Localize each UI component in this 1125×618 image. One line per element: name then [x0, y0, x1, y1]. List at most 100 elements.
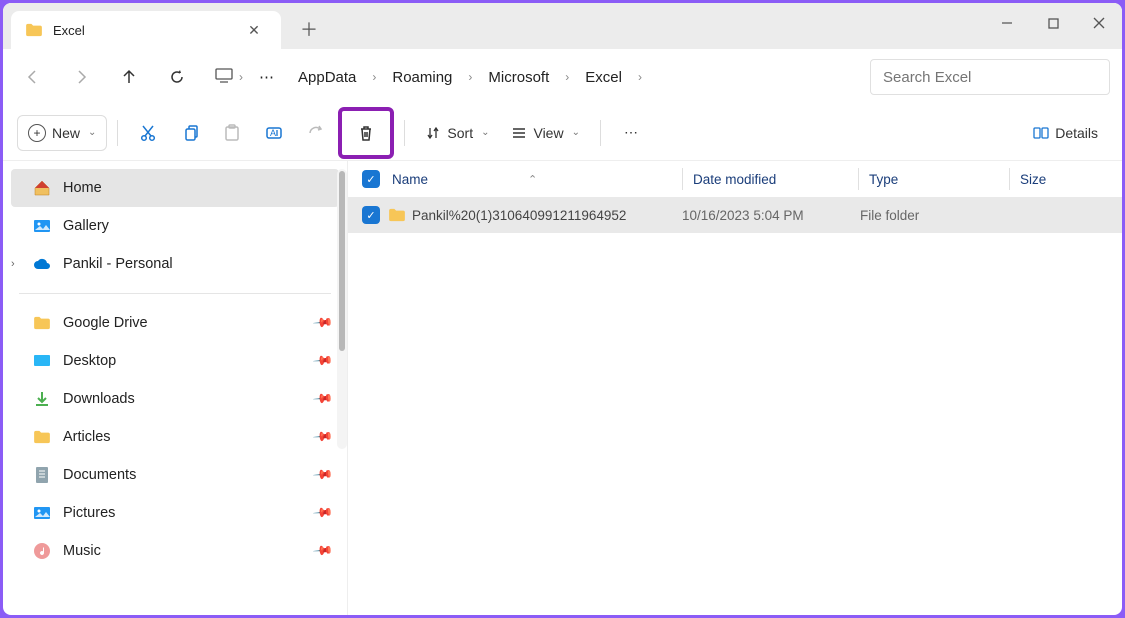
chevron-right-icon: ›	[636, 70, 644, 84]
pin-icon: 📌	[312, 350, 335, 373]
pin-icon: 📌	[312, 426, 335, 449]
sidebar-item-label: Google Drive	[63, 315, 148, 331]
chevron-right-icon[interactable]: ›	[11, 258, 15, 270]
download-icon	[33, 390, 51, 408]
pin-icon: 📌	[312, 540, 335, 563]
sort-button[interactable]: Sort ⌄	[415, 115, 499, 151]
plus-icon: +	[28, 124, 46, 142]
pin-icon: 📌	[312, 502, 335, 525]
breadcrumb-item[interactable]: Microsoft	[478, 65, 559, 90]
sidebar-item-label: Music	[63, 543, 101, 559]
gallery-icon	[33, 504, 51, 522]
breadcrumb-item[interactable]: Excel	[575, 65, 632, 90]
row-checkbox[interactable]: ✓	[362, 206, 380, 224]
new-button[interactable]: + New ⌄	[17, 115, 107, 151]
column-headers: ✓ Name ⌃ Date modified Type Size	[348, 161, 1122, 197]
column-date[interactable]: Date modified	[683, 172, 858, 187]
file-date: 10/16/2023 5:04 PM	[682, 208, 860, 223]
close-tab-button[interactable]: ✕	[241, 17, 267, 43]
sidebar-item-home[interactable]: Home	[11, 169, 339, 207]
back-button[interactable]	[15, 59, 51, 95]
sidebar-item-documents[interactable]: Documents 📌	[3, 456, 347, 494]
sidebar-item-label: Pankil - Personal	[63, 256, 173, 272]
breadcrumb-item[interactable]: AppData	[288, 65, 366, 90]
copy-button[interactable]	[170, 115, 210, 151]
search-field[interactable]	[883, 69, 1097, 86]
sidebar-item-music[interactable]: Music 📌	[3, 532, 347, 570]
body: Home Gallery › Pankil - Personal Google …	[3, 161, 1122, 615]
music-icon	[33, 542, 51, 560]
file-explorer-window: Excel ✕ ＋ › ⋯ AppData › Roaming › Micros…	[3, 3, 1122, 615]
file-list: ✓ Name ⌃ Date modified Type Size ✓ Panki…	[348, 161, 1122, 615]
sidebar-item-desktop[interactable]: Desktop 📌	[3, 342, 347, 380]
maximize-button[interactable]	[1030, 3, 1076, 43]
pc-icon[interactable]	[215, 67, 233, 87]
tab-excel[interactable]: Excel ✕	[11, 11, 281, 49]
column-name[interactable]: Name ⌃	[392, 172, 682, 187]
delete-button[interactable]	[346, 115, 386, 151]
sidebar-item-label: Desktop	[63, 353, 116, 369]
sort-indicator: ⌃	[528, 173, 537, 186]
sidebar-item-articles[interactable]: Articles 📌	[3, 418, 347, 456]
breadcrumb-more[interactable]: ⋯	[249, 64, 284, 90]
navbar: › ⋯ AppData › Roaming › Microsoft › Exce…	[3, 49, 1122, 105]
breadcrumb[interactable]: › ⋯ AppData › Roaming › Microsoft › Exce…	[207, 59, 858, 95]
more-button[interactable]: ⋯	[611, 115, 651, 151]
sidebar-item-downloads[interactable]: Downloads 📌	[3, 380, 347, 418]
gallery-icon	[33, 217, 51, 235]
sidebar-item-gallery[interactable]: Gallery	[3, 207, 347, 245]
sidebar: Home Gallery › Pankil - Personal Google …	[3, 161, 348, 615]
paste-button[interactable]	[212, 115, 252, 151]
pin-icon: 📌	[312, 312, 335, 335]
minimize-button[interactable]	[984, 3, 1030, 43]
refresh-button[interactable]	[159, 59, 195, 95]
desktop-icon	[33, 352, 51, 370]
chevron-down-icon: ⌄	[481, 127, 489, 138]
folder-icon	[25, 23, 43, 37]
breadcrumb-item[interactable]: Roaming	[382, 65, 462, 90]
search-input[interactable]	[870, 59, 1110, 95]
chevron-right-icon: ›	[466, 70, 474, 84]
chevron-right-icon: ›	[370, 70, 378, 84]
folder-icon	[388, 208, 406, 222]
sidebar-item-label: Documents	[63, 467, 136, 483]
close-window-button[interactable]	[1076, 3, 1122, 43]
chevron-down-icon: ⌄	[572, 127, 580, 138]
toolbar: + New ⌄ A Sort ⌄ View ⌄ ⋯ Details	[3, 105, 1122, 161]
file-row[interactable]: ✓ Pankil%20(1)310640991211964952 10/16/2…	[348, 197, 1122, 233]
view-button[interactable]: View ⌄	[501, 115, 589, 151]
sidebar-item-gdrive[interactable]: Google Drive 📌	[3, 304, 347, 342]
details-button[interactable]: Details	[1023, 115, 1108, 151]
up-button[interactable]	[111, 59, 147, 95]
home-icon	[33, 179, 51, 197]
sidebar-item-label: Articles	[63, 429, 111, 445]
file-type: File folder	[860, 208, 1010, 223]
chevron-right-icon: ›	[563, 70, 571, 84]
sidebar-item-onedrive[interactable]: › Pankil - Personal	[3, 245, 347, 283]
column-size[interactable]: Size	[1010, 172, 1122, 187]
file-name: Pankil%20(1)310640991211964952	[412, 208, 626, 223]
delete-highlight	[338, 107, 394, 159]
window-controls	[984, 3, 1122, 49]
rename-button[interactable]: A	[254, 115, 294, 151]
cut-button[interactable]	[128, 115, 168, 151]
sidebar-item-label: Downloads	[63, 391, 135, 407]
details-icon	[1033, 125, 1049, 141]
share-button[interactable]	[296, 115, 336, 151]
new-tab-button[interactable]: ＋	[291, 11, 327, 47]
forward-button[interactable]	[63, 59, 99, 95]
chevron-right-icon: ›	[237, 70, 245, 84]
document-icon	[33, 466, 51, 484]
sidebar-item-pictures[interactable]: Pictures 📌	[3, 494, 347, 532]
column-type[interactable]: Type	[859, 172, 1009, 187]
cloud-icon	[33, 255, 51, 273]
folder-icon	[33, 428, 51, 446]
chevron-down-icon: ⌄	[88, 127, 96, 138]
titlebar: Excel ✕ ＋	[3, 3, 1122, 49]
sidebar-item-label: Pictures	[63, 505, 115, 521]
select-all-checkbox[interactable]: ✓	[362, 170, 380, 188]
sort-icon	[425, 125, 441, 141]
tab-title: Excel	[53, 23, 231, 38]
pin-icon: 📌	[312, 464, 335, 487]
sidebar-scrollbar[interactable]	[337, 169, 347, 449]
